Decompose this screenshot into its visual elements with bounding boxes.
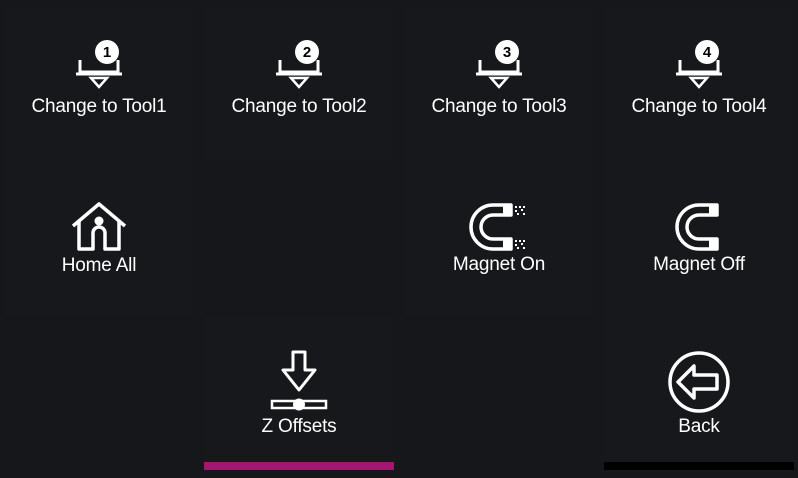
back-button[interactable]: Back bbox=[604, 316, 794, 472]
z-offsets-label: Z Offsets bbox=[261, 416, 337, 437]
empty-slot bbox=[4, 316, 194, 472]
tool-label: Change to Tool2 bbox=[231, 95, 367, 117]
tool-nozzle-icon: 3 bbox=[474, 38, 524, 96]
change-tool2-button[interactable]: 2 Change to Tool2 bbox=[204, 6, 394, 161]
tool-nozzle-icon: 1 bbox=[74, 38, 124, 96]
empty-slot bbox=[204, 161, 394, 316]
magnet-off-icon bbox=[675, 202, 719, 251]
active-underline bbox=[204, 462, 394, 470]
magnet-on-icon bbox=[469, 202, 525, 251]
tool-label: Change to Tool1 bbox=[31, 95, 167, 117]
tool-nozzle-icon: 2 bbox=[274, 38, 324, 96]
tool-number: 3 bbox=[503, 44, 511, 61]
z-offset-icon bbox=[270, 350, 328, 411]
empty-slot bbox=[404, 316, 594, 472]
change-tool4-button[interactable]: 4 Change to Tool4 bbox=[604, 6, 794, 161]
magnet-off-button[interactable]: Magnet Off bbox=[604, 161, 794, 316]
home-all-label: Home All bbox=[61, 254, 137, 276]
z-offsets-button[interactable]: Z Offsets bbox=[204, 316, 394, 472]
magnet-off-label: Magnet Off bbox=[653, 253, 745, 275]
change-tool3-button[interactable]: 3 Change to Tool3 bbox=[404, 6, 594, 161]
magnet-on-label: Magnet On bbox=[452, 253, 546, 275]
back-label: Back bbox=[678, 416, 720, 437]
change-tool1-button[interactable]: 1 Change to Tool1 bbox=[4, 6, 194, 161]
tool-number: 1 bbox=[103, 44, 111, 61]
tool-label: Change to Tool4 bbox=[631, 95, 767, 117]
tool-number: 4 bbox=[703, 44, 712, 61]
button-grid: 1 Change to Tool1 2 Change to Tool2 3 Ch… bbox=[4, 6, 794, 472]
tool-nozzle-icon: 4 bbox=[674, 38, 724, 96]
tool-number: 2 bbox=[303, 44, 311, 61]
home-all-button[interactable]: Home All bbox=[4, 161, 194, 316]
home-icon bbox=[71, 201, 127, 251]
back-arrow-icon bbox=[668, 351, 730, 413]
magnet-on-button[interactable]: Magnet On bbox=[404, 161, 594, 316]
back-underline bbox=[604, 462, 794, 470]
tool-label: Change to Tool3 bbox=[431, 95, 567, 117]
